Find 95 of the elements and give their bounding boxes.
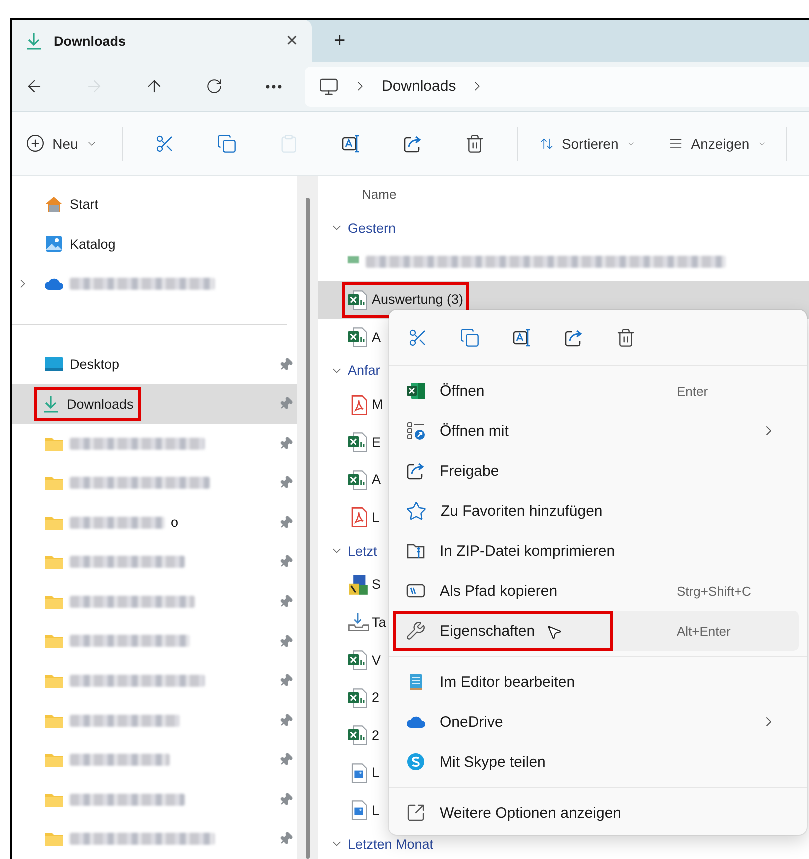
sort-button[interactable]: Sortieren [540, 124, 636, 164]
star-icon [406, 500, 427, 522]
skype-icon [406, 752, 426, 772]
wrench-icon [406, 621, 426, 641]
file-name[interactable]: E [372, 434, 382, 450]
folder-icon [44, 475, 64, 492]
cut-icon [408, 328, 428, 348]
sidebar-item[interactable]: Start [70, 197, 99, 212]
browser-tab[interactable]: Downloads × [12, 20, 312, 62]
spreadsheet-file-icon [347, 288, 369, 311]
share-icon [402, 134, 423, 154]
cloud-icon [44, 276, 64, 291]
folder-icon [44, 436, 64, 452]
spreadsheet-file-icon [347, 649, 369, 671]
download-icon [24, 31, 44, 51]
installer-icon [347, 574, 369, 596]
menu-item[interactable]: Freigabe [440, 462, 500, 480]
menu-item[interactable]: Im Editor bearbeiten [440, 674, 576, 690]
breadcrumb[interactable]: Downloads [382, 78, 456, 95]
file-name[interactable]: L [372, 510, 380, 525]
shortcut-text: Alt+Enter [677, 624, 732, 638]
cut-icon [154, 134, 175, 154]
home-icon [44, 194, 64, 215]
spreadsheet-file-icon [347, 468, 369, 491]
folder-icon [44, 633, 64, 650]
rename-icon [340, 134, 361, 154]
group-header[interactable]: Gestern [348, 220, 396, 236]
spreadsheet-file-icon [347, 431, 369, 454]
sidebar-item[interactable]: Katalog [70, 236, 116, 252]
close-tab-button[interactable]: × [286, 31, 298, 51]
download-icon [41, 394, 61, 414]
monitor-icon [319, 76, 339, 96]
file-name[interactable]: 2 [372, 728, 380, 743]
folder-icon [44, 672, 64, 689]
copy-icon [216, 134, 237, 154]
tab-title: Downloads [54, 34, 128, 48]
menu-item[interactable]: In ZIP-Datei komprimieren [440, 542, 616, 560]
file-name[interactable]: 2 [372, 690, 380, 706]
menu-item[interactable]: OneDrive [440, 714, 504, 730]
folder-icon [44, 514, 64, 531]
menu-item[interactable]: Öffnen mit [440, 422, 509, 440]
spreadsheet-app-icon [406, 381, 426, 401]
folder-icon [44, 792, 64, 808]
view-button[interactable]: Anzeigen [669, 124, 766, 164]
sidebar-item[interactable]: Downloads [67, 396, 134, 412]
menu-item[interactable]: Zu Favoriten hinzufügen [441, 502, 603, 520]
group-header[interactable]: Letzt [348, 544, 378, 559]
shortcut-text: Enter [677, 384, 710, 398]
address-bar[interactable]: Downloads [305, 66, 809, 106]
tray-download-icon [347, 611, 369, 634]
delete-icon [464, 134, 485, 154]
new-button[interactable]: Neu [24, 124, 100, 164]
file-name[interactable]: L [372, 802, 380, 818]
name-fragment: o [171, 515, 179, 530]
menu-item[interactable]: Öffnen [440, 382, 485, 400]
file-name[interactable]: L [372, 765, 380, 780]
file-name[interactable]: Ta [372, 614, 386, 630]
group-header[interactable]: Anfar [348, 363, 380, 378]
folder-icon [44, 594, 64, 610]
open-with-icon [406, 421, 426, 441]
menu-item[interactable]: Eigenschaften [440, 622, 536, 640]
scrollbar-thumb[interactable] [306, 198, 310, 859]
cloud-icon [406, 715, 426, 729]
menu-item[interactable]: Als Pfad kopieren [440, 582, 558, 600]
more-options-icon [406, 803, 426, 823]
file-name[interactable]: Auswertung (3) [372, 292, 464, 308]
spreadsheet-file-icon [347, 326, 369, 348]
menu-item[interactable]: Weitere Optionen anzeigen [440, 804, 622, 822]
share-icon [406, 461, 426, 481]
delete-icon [616, 328, 636, 348]
folder-icon [44, 831, 64, 848]
menu-item[interactable]: Mit Skype teilen [440, 754, 546, 770]
scrollbar[interactable] [297, 176, 318, 859]
group-header[interactable]: Letzten Monat [348, 836, 434, 852]
file-name[interactable]: A [372, 472, 382, 488]
copy-icon [460, 328, 480, 348]
file-name[interactable]: M [372, 397, 384, 412]
file-name[interactable]: V [372, 652, 382, 668]
desktop-icon [44, 356, 64, 372]
folder-icon [44, 554, 64, 570]
file-name[interactable]: S [372, 577, 382, 592]
folder-icon [44, 712, 64, 729]
folder-icon [44, 752, 64, 768]
rename-icon [512, 328, 532, 348]
sidebar-item[interactable]: Desktop [70, 356, 120, 372]
file-name[interactable]: A [372, 330, 382, 345]
gallery-icon [44, 234, 64, 254]
spreadsheet-file-icon [347, 724, 369, 746]
plus-circle-icon [26, 134, 45, 153]
shortcut-text: Strg+Shift+C [677, 584, 752, 598]
column-header[interactable]: Name [362, 187, 397, 202]
spreadsheet-file-icon [347, 686, 369, 709]
share-icon [564, 328, 584, 348]
mouse-pointer-icon [546, 624, 563, 641]
new-tab-button[interactable]: + [334, 31, 346, 51]
